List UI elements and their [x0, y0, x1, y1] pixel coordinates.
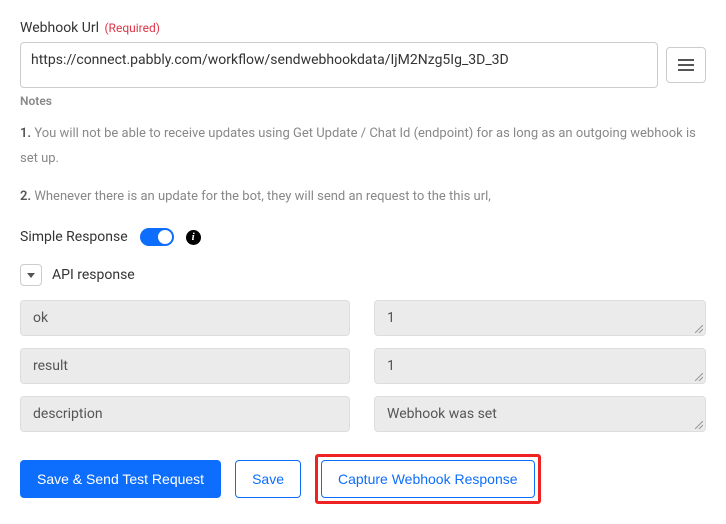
simple-response-label: Simple Response — [20, 229, 128, 245]
api-response-row: description Webhook was set — [20, 396, 706, 432]
note-2-text: Whenever there is an update for the bot,… — [34, 189, 490, 204]
note-1-text: You will not be able to receive updates … — [20, 126, 696, 166]
response-key[interactable]: result — [20, 348, 350, 384]
note-2-num: 2. — [20, 189, 31, 204]
api-response-header: API response — [20, 264, 706, 286]
save-send-test-button[interactable]: Save & Send Test Request — [20, 460, 221, 498]
webhook-url-label: Webhook Url (Required) — [20, 20, 706, 36]
api-response-grid: ok 1 result 1 description Webhook was se… — [20, 300, 706, 432]
capture-highlight: Capture Webhook Response — [315, 454, 541, 504]
save-button[interactable]: Save — [235, 460, 301, 498]
webhook-url-row: https://connect.pabbly.com/workflow/send… — [20, 42, 706, 88]
webhook-url-input[interactable]: https://connect.pabbly.com/workflow/send… — [20, 42, 658, 88]
response-value[interactable]: Webhook was set — [374, 396, 706, 432]
response-key[interactable]: ok — [20, 300, 350, 336]
webhook-url-label-text: Webhook Url — [20, 20, 99, 36]
hamburger-menu-button[interactable] — [666, 47, 706, 83]
button-row: Save & Send Test Request Save Capture We… — [20, 454, 706, 504]
api-response-row: result 1 — [20, 348, 706, 384]
api-response-label: API response — [52, 267, 135, 283]
note-1: 1. You will not be able to receive updat… — [20, 122, 706, 171]
notes-heading: Notes — [20, 94, 706, 108]
response-value[interactable]: 1 — [374, 300, 706, 336]
api-response-collapse-button[interactable] — [20, 264, 42, 286]
simple-response-toggle[interactable] — [140, 228, 174, 246]
response-value[interactable]: 1 — [374, 348, 706, 384]
response-key[interactable]: description — [20, 396, 350, 432]
chevron-down-icon — [27, 273, 35, 278]
simple-response-row: Simple Response i — [20, 228, 706, 246]
info-icon[interactable]: i — [186, 230, 201, 245]
api-response-row: ok 1 — [20, 300, 706, 336]
note-1-num: 1. — [20, 126, 31, 141]
toggle-knob — [158, 230, 172, 244]
capture-webhook-response-button[interactable]: Capture Webhook Response — [321, 460, 535, 498]
note-2: 2. Whenever there is an update for the b… — [20, 185, 706, 210]
required-tag: (Required) — [104, 21, 159, 35]
